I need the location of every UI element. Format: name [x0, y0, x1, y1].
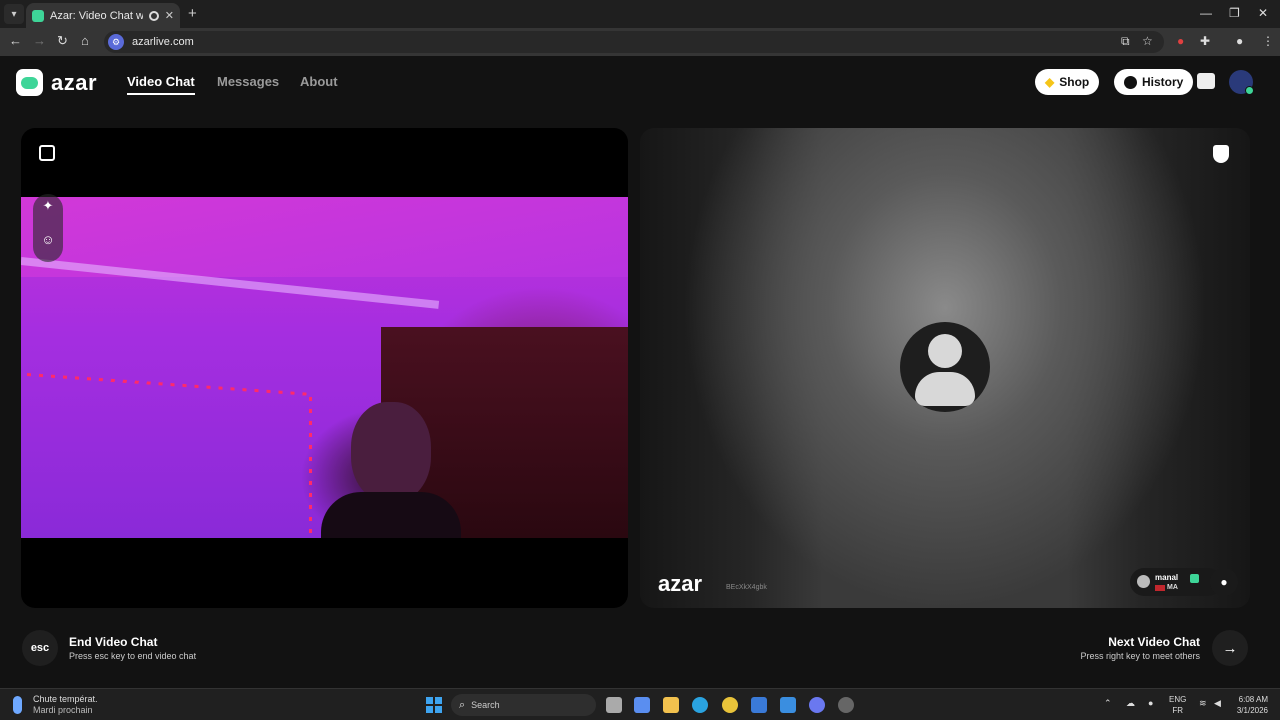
azar-favicon-icon [32, 9, 44, 22]
site-info-icon[interactable]: ⚙ [108, 34, 124, 50]
user-icon [1137, 575, 1150, 588]
nav-about[interactable]: About [300, 74, 338, 89]
partner-video-panel: azar BEcXkX4gbk manal MA ● [640, 128, 1250, 608]
clock-icon [1124, 75, 1137, 89]
flag-icon [1155, 585, 1165, 591]
chat-bubble-icon[interactable]: ● [1210, 568, 1238, 596]
self-video-panel: ✦ ☺ [21, 128, 628, 608]
mail-icon[interactable] [751, 697, 767, 713]
windows-start-icon[interactable] [426, 697, 442, 713]
sticker-face-icon[interactable]: ☺ [33, 232, 63, 247]
logo-text: azar [51, 69, 98, 95]
avatar-head-shape [928, 334, 962, 368]
widgets-app-icon[interactable] [634, 697, 650, 713]
led-strip [26, 373, 313, 396]
tab-search-button[interactable]: ▾ [4, 4, 24, 24]
cloud-icon[interactable]: ☁ [1126, 698, 1135, 709]
back-icon[interactable]: ← [9, 33, 22, 48]
weather-subtitle[interactable]: Mardi prochain [33, 705, 93, 715]
site-header: azar Video Chat Messages About ◆ Shop Hi… [0, 56, 1280, 108]
store-icon[interactable] [780, 697, 796, 713]
language-indicator[interactable]: ENG FR [1169, 694, 1186, 716]
minimize-button[interactable]: — [1200, 6, 1212, 20]
menu-kebab-icon[interactable]: ⋮ [1262, 34, 1274, 48]
magic-wand-icon[interactable]: ✦ [33, 198, 63, 214]
search-icon: ⌕ [459, 698, 466, 711]
url-text[interactable]: azarlive.com [132, 36, 194, 48]
active-nav-underline [127, 93, 195, 95]
tray-overflow-icon[interactable]: ⌃ [1104, 698, 1112, 709]
partner-name: manal [1155, 573, 1179, 582]
effects-toolbar: ✦ ☺ [33, 194, 63, 262]
ceiling [21, 197, 628, 277]
forward-icon[interactable]: → [33, 33, 46, 48]
next-chat-hint: Press right key to meet others [1080, 651, 1200, 661]
browser-tab[interactable]: Azar: Video Chat with New ✕ [26, 3, 180, 28]
shop-label: Shop [1059, 75, 1090, 89]
avatar-body-shape [915, 372, 975, 406]
app-icon[interactable] [838, 697, 854, 713]
session-id: BEcXkX4gbk [726, 584, 767, 591]
next-arrow-icon[interactable]: → [1212, 630, 1248, 666]
edge-icon[interactable] [692, 697, 708, 713]
weather-title[interactable]: Chute températ. [33, 694, 98, 704]
reload-icon[interactable]: ↻ [57, 33, 68, 49]
close-window-button[interactable]: ✕ [1258, 6, 1268, 20]
person-body [321, 492, 461, 538]
bookmark-star-icon[interactable]: ☆ [1142, 34, 1153, 48]
browser-tab-bar: ▾ Azar: Video Chat with New ✕ + — ❐ ✕ [0, 0, 1280, 28]
report-shield-icon[interactable] [1213, 145, 1229, 163]
chrome-icon[interactable] [722, 697, 738, 713]
profile-icon[interactable]: ● [1236, 34, 1243, 48]
clock[interactable]: 6:08 AM 3/1/2026 [1232, 694, 1268, 716]
partner-user-chip[interactable]: manal MA [1130, 568, 1222, 596]
lang-bottom: FR [1172, 706, 1183, 715]
restore-button[interactable]: ❐ [1229, 6, 1240, 20]
self-camera-feed [21, 197, 628, 538]
discord-icon[interactable] [809, 697, 825, 713]
thermometer-icon[interactable] [13, 696, 22, 714]
end-chat-hint: Press esc key to end video chat [69, 651, 197, 661]
end-chat-button[interactable]: esc [22, 630, 58, 666]
nav-messages[interactable]: Messages [217, 74, 279, 89]
lang-top: ENG [1169, 695, 1187, 704]
azar-logo-icon [16, 69, 43, 96]
task-view-icon[interactable] [606, 697, 622, 713]
fullscreen-icon[interactable] [39, 145, 55, 161]
browser-toolbar: ← → ↻ ⌂ ⚙ azarlive.com ⧉ ☆ ● ✚ ● ⋮ [0, 28, 1280, 56]
verified-badge-icon [1190, 574, 1199, 583]
tab-close-icon[interactable]: ✕ [165, 9, 174, 22]
home-icon[interactable]: ⌂ [81, 33, 89, 48]
new-tab-button[interactable]: + [188, 5, 197, 22]
shop-button[interactable]: ◆ Shop [1035, 69, 1100, 95]
azar-watermark: azar [658, 571, 703, 596]
file-explorer-icon[interactable] [663, 697, 679, 713]
audio-playing-icon[interactable] [148, 10, 159, 21]
taskbar-search[interactable]: ⌕ Search [451, 694, 596, 716]
clock-date: 3/1/2026 [1236, 706, 1268, 715]
history-label: History [1142, 75, 1184, 89]
clock-time: 6:08 AM [1238, 695, 1268, 704]
inbox-icon[interactable] [1197, 73, 1215, 89]
address-bar[interactable]: ⚙ azarlive.com [104, 31, 1164, 53]
azar-logo[interactable]: azar [16, 69, 97, 96]
partner-country: MA [1167, 584, 1178, 591]
search-placeholder: Search [471, 700, 500, 710]
led-strip-vertical [309, 397, 312, 537]
volume-icon[interactable]: ◀ [1214, 698, 1221, 709]
tab-title: Azar: Video Chat with New [50, 9, 143, 22]
extensions-puzzle-icon[interactable]: ✚ [1200, 34, 1210, 48]
end-chat-title: End Video Chat [69, 635, 158, 649]
microphone-icon[interactable]: ● [1148, 698, 1153, 708]
online-status-dot [1245, 86, 1254, 95]
wifi-icon[interactable]: ≋ [1199, 698, 1207, 709]
extension-icon[interactable]: ● [1177, 34, 1184, 48]
person-head [351, 402, 431, 502]
gem-icon: ◆ [1045, 75, 1055, 89]
next-chat-title: Next Video Chat [1108, 635, 1200, 649]
nav-video-chat[interactable]: Video Chat [127, 74, 195, 89]
install-app-icon[interactable]: ⧉ [1121, 34, 1130, 49]
windows-taskbar: Chute températ. Mardi prochain ⌕ Search … [0, 688, 1280, 720]
history-button[interactable]: History [1114, 69, 1194, 95]
